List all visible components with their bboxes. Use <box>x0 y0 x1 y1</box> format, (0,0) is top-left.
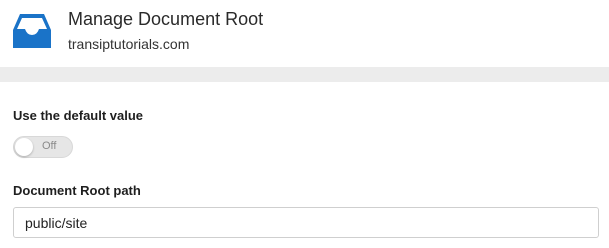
document-root-path-label: Document Root path <box>13 183 141 198</box>
page-title: Manage Document Root <box>68 9 264 29</box>
default-value-label: Use the default value <box>13 108 144 123</box>
document-root-path-input[interactable] <box>13 207 599 238</box>
default-value-toggle[interactable]: Off <box>13 136 73 158</box>
domain-subtitle: transiptutorials.com <box>68 36 190 52</box>
section-divider <box>0 67 609 82</box>
toggle-state-text: Off <box>42 140 57 152</box>
toggle-knob <box>15 138 33 156</box>
header: Manage Document Root transiptutorials.co… <box>0 0 609 67</box>
inbox-tray-icon <box>12 13 52 49</box>
